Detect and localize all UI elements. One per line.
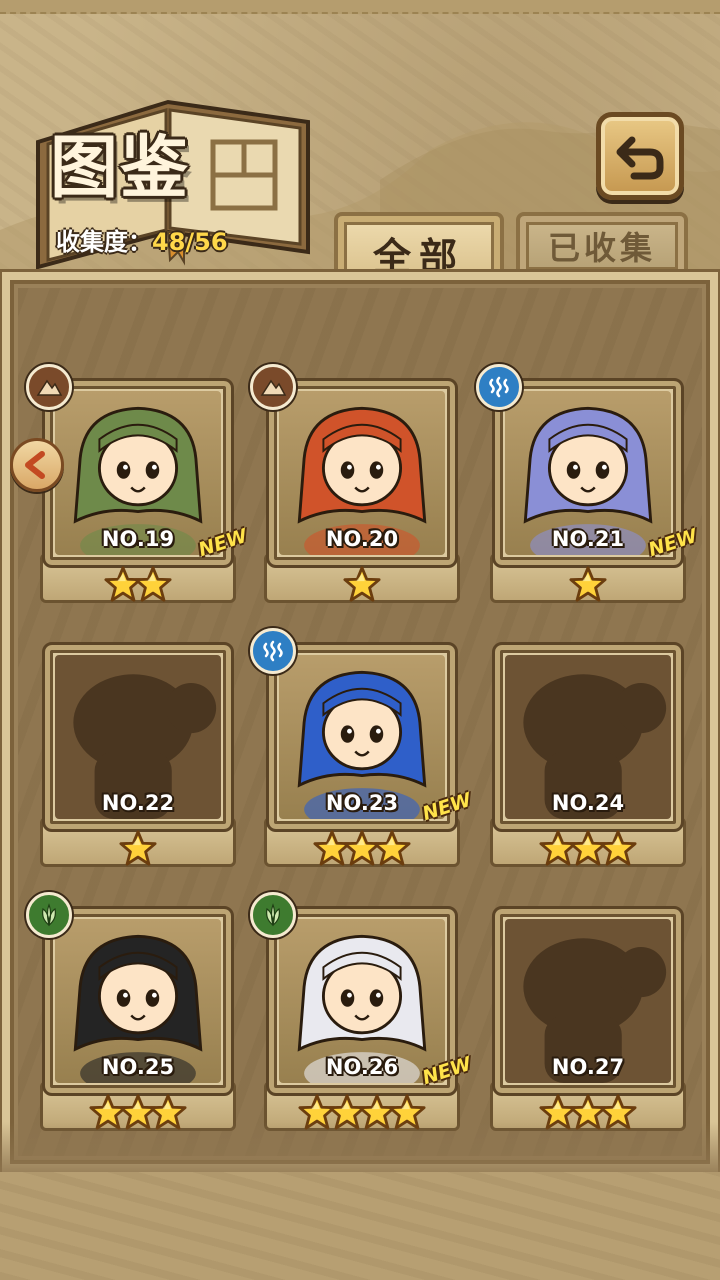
star-rating [40, 564, 236, 604]
card-image: NO.21 [505, 391, 671, 555]
card-image: NO.20 [279, 391, 445, 555]
star-icon [149, 1094, 187, 1130]
element-badge [476, 364, 522, 410]
monster-card[interactable]: NO.19 NEW [26, 364, 250, 608]
monster-card[interactable]: NO.23 NEW [250, 628, 474, 872]
star-rating [490, 564, 686, 604]
water-icon [263, 640, 283, 662]
star-icon [119, 830, 157, 866]
card-image: NO.23 [279, 655, 445, 819]
element-badge [250, 892, 296, 938]
monster-card[interactable]: NO.21 NEW [476, 364, 700, 608]
bottom-border-strip [0, 1172, 720, 1280]
grass-icon [42, 903, 56, 927]
star-rating [264, 828, 460, 868]
card-image: NO.24 [505, 655, 671, 819]
star-rating [264, 1092, 460, 1132]
card-image: NO.26 [279, 919, 445, 1083]
star-rating [264, 564, 460, 604]
card-number: NO.20 [325, 527, 399, 551]
card-number: NO.27 [551, 1055, 625, 1079]
star-rating [40, 828, 236, 868]
collection-value: 48/56 [152, 228, 228, 256]
star-icon [373, 830, 411, 866]
left-arrow-icon [25, 451, 45, 479]
monster-card[interactable]: NO.24 [490, 642, 686, 872]
top-border-strip [0, 0, 720, 14]
prev-page-button[interactable] [10, 438, 64, 492]
card-image: NO.22 [55, 655, 221, 819]
card-number: NO.25 [101, 1055, 175, 1079]
monster-card[interactable]: NO.20 [250, 364, 460, 608]
collection-label: 收集度： [56, 228, 152, 256]
element-badge [26, 364, 72, 410]
star-icon [599, 1094, 637, 1130]
card-image: NO.19 [55, 391, 221, 555]
card-frame: NO.24 [492, 642, 684, 832]
grass-icon [266, 903, 280, 927]
earth-icon [36, 379, 63, 396]
star-rating [490, 1092, 686, 1132]
star-icon [569, 566, 607, 602]
tab-collected[interactable]: 已收集 [516, 212, 688, 276]
card-number: NO.22 [101, 791, 175, 815]
back-button[interactable] [596, 112, 684, 200]
monster-card[interactable]: NO.22 [40, 642, 236, 872]
card-image: NO.25 [55, 919, 221, 1083]
water-icon [489, 376, 509, 398]
card-number: NO.24 [551, 791, 625, 815]
star-rating [490, 828, 686, 868]
star-rating [40, 1092, 236, 1132]
card-image: NO.27 [505, 919, 671, 1083]
monster-card[interactable]: NO.26 NEW [250, 892, 474, 1136]
card-frame: NO.22 [42, 642, 234, 832]
card-frame: NO.25 [42, 906, 234, 1096]
element-badge [26, 892, 72, 938]
star-icon [343, 566, 381, 602]
collection-progress: 收集度：48/56 [56, 222, 228, 257]
element-badge [250, 628, 296, 674]
monster-card[interactable]: NO.25 [26, 892, 236, 1136]
element-badge [250, 364, 296, 410]
star-icon [134, 566, 172, 602]
card-frame: NO.27 [492, 906, 684, 1096]
star-icon [388, 1094, 426, 1130]
return-arrow-icon [616, 136, 664, 180]
earth-icon [260, 379, 287, 396]
star-icon [599, 830, 637, 866]
monster-card[interactable]: NO.27 [490, 906, 686, 1136]
card-frame: NO.20 [266, 378, 458, 568]
page-title: 图鉴 [50, 128, 191, 208]
